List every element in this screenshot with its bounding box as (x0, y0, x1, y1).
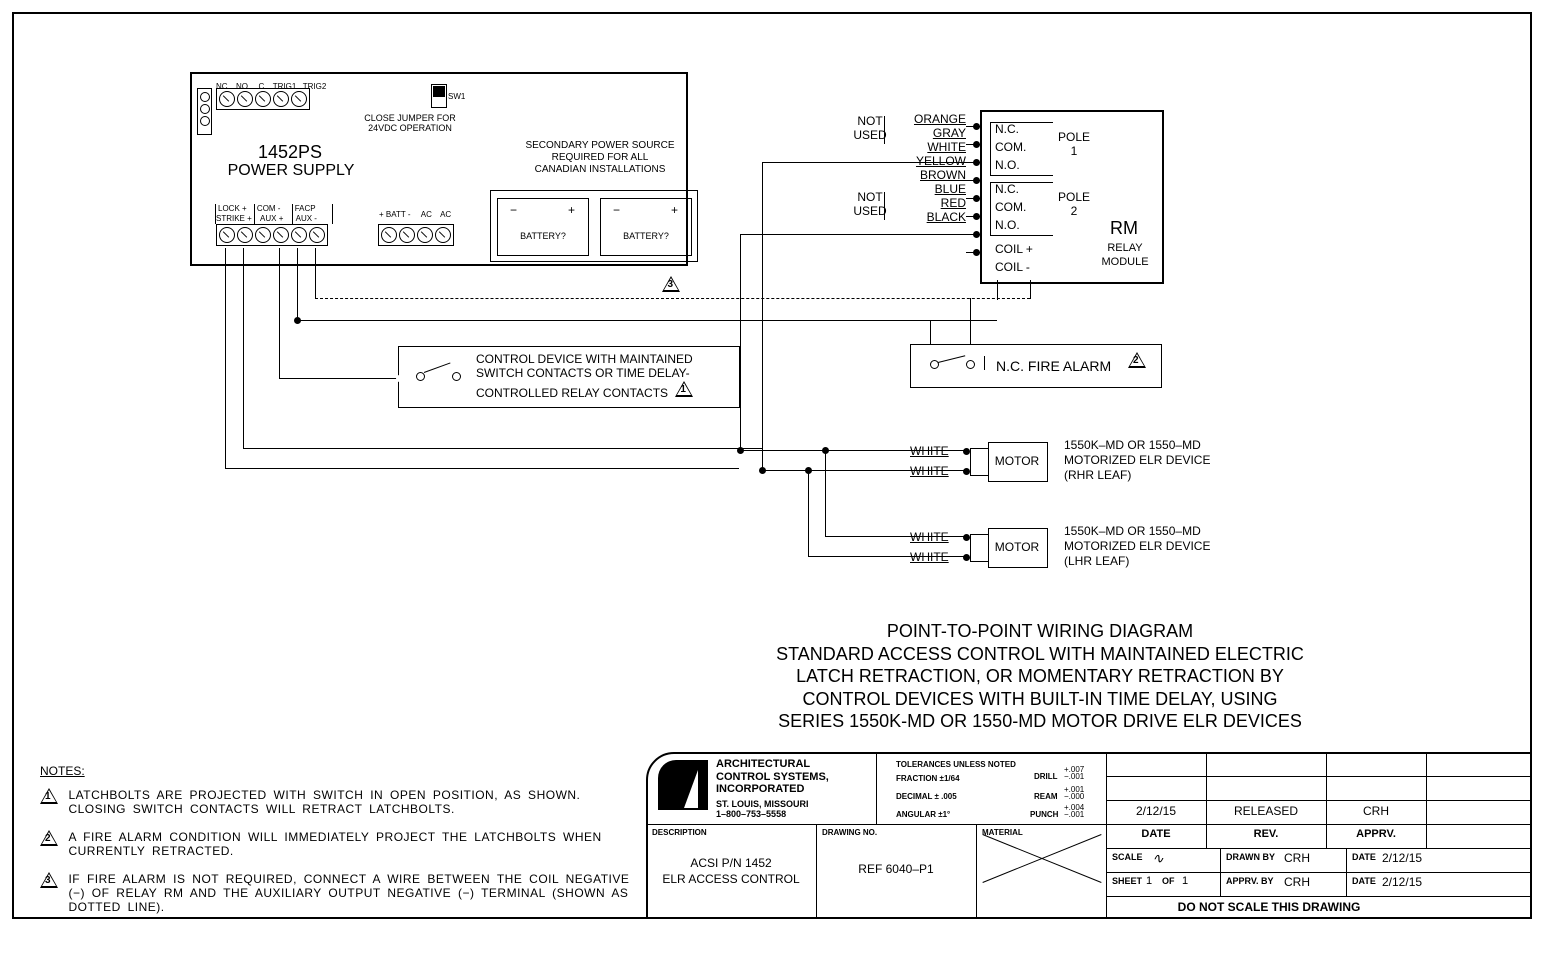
ps-bl-labels-top: LOCK + COM - FACP (218, 204, 316, 213)
drawing-no-head: DRAWING NO. (822, 828, 877, 837)
ps-label: POWER SUPPLY (196, 162, 386, 180)
relay-wire-labels: ORANGE GRAY WHITE YELLOW BROWN BLUE RED … (890, 112, 966, 224)
description-head: DESCRIPTION (652, 828, 707, 837)
ps-model: 1452PS (210, 142, 370, 163)
drawing-no: REF 6040–P1 (816, 862, 976, 876)
diagram-title: POINT-TO-POINT WIRING DIAGRAM STANDARD A… (760, 620, 1320, 733)
note-2: 2 A FIRE ALARM CONDITION WILL IMMEDIATEL… (40, 830, 630, 858)
note-mark-2a: 2 (1128, 352, 1146, 368)
jumper-note: CLOSE JUMPER FOR 24VDC OPERATION (340, 114, 480, 134)
battery-2: − + BATTERY? (600, 198, 692, 256)
company-text: ARCHITECTURAL CONTROL SYSTEMS, INCORPORA… (716, 758, 829, 796)
note-1: 1 LATCHBOLTS ARE PROJECTED WITH SWITCH I… (40, 788, 630, 816)
rm-label: RM (1110, 218, 1138, 239)
notes-heading: NOTES: (40, 764, 85, 778)
ps-top-terminals (216, 88, 310, 110)
fire-alarm-label: N.C. FIRE ALARM (996, 358, 1111, 374)
note-mark-1a: 1 (675, 381, 693, 397)
battery-1: − + BATTERY? (497, 198, 589, 256)
sw1-knob (433, 86, 445, 97)
ps-br-labels: + BATT - AC AC (379, 210, 451, 219)
ps-br-terminals (378, 224, 454, 246)
motor-rhr-text: 1550K–MD OR 1550–MD MOTORIZED ELR DEVICE… (1064, 438, 1210, 483)
ps-bl-terminals (216, 224, 328, 246)
ps-side-block (197, 88, 212, 135)
note-3: 3 IF FIRE ALARM IS NOT REQUIRED, CONNECT… (40, 872, 640, 914)
note-mark-2: 2 (40, 830, 58, 846)
company-logo (658, 760, 708, 810)
drawing-sheet: NC NO C TRIG1 TRIG2 SW1 CLOSE JUMPER FOR… (0, 0, 1544, 974)
title-block: ARCHITECTURAL CONTROL SYSTEMS, INCORPORA… (646, 752, 1532, 919)
ps-bl-labels-sub: STRIKE + AUX + AUX - (216, 214, 317, 223)
material-x (978, 828, 1106, 888)
note-mark-3a: 3 (662, 276, 680, 292)
motor-lhr-text: 1550K–MD OR 1550–MD MOTORIZED ELR DEVICE… (1064, 524, 1210, 569)
note-mark-3: 3 (40, 872, 58, 888)
secondary-note: SECONDARY POWER SOURCE REQUIRED FOR ALL … (500, 140, 700, 176)
do-not-scale: DO NOT SCALE THIS DRAWING (1106, 900, 1432, 914)
note-mark-1: 1 (40, 788, 58, 804)
control-device-text: CONTROL DEVICE WITH MAINTAINED SWITCH CO… (476, 352, 693, 400)
sw1-label: SW1 (448, 92, 465, 101)
